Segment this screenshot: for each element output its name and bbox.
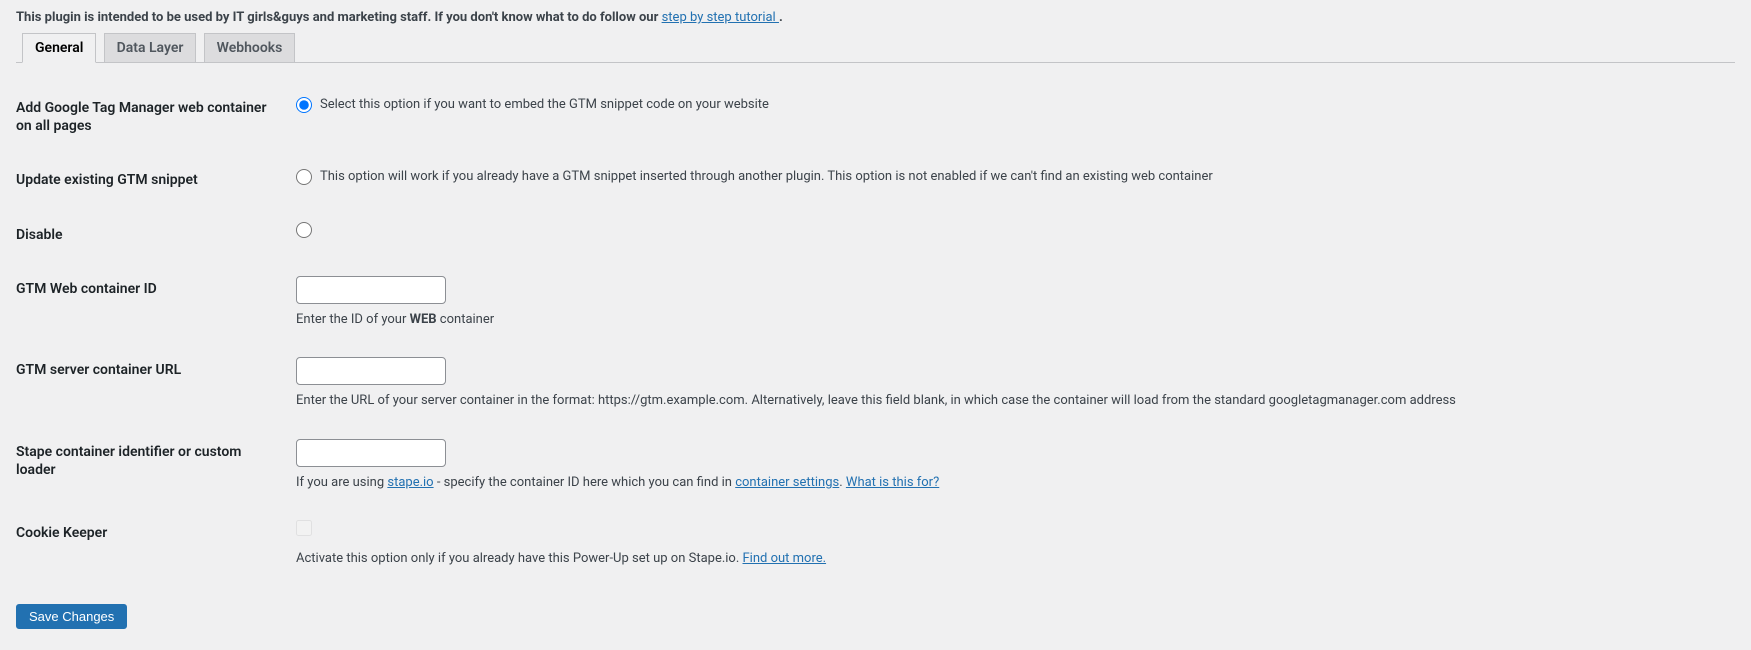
save-button[interactable]: Save Changes xyxy=(16,604,127,629)
link-container-settings[interactable]: container settings xyxy=(735,475,839,490)
desc-stape-identifier: If you are using stape.io - specify the … xyxy=(296,473,1725,493)
radio-add-container[interactable] xyxy=(296,97,312,113)
settings-table: Add Google Tag Manager web container on … xyxy=(16,81,1735,582)
label-cookie-keeper: Cookie Keeper xyxy=(16,506,286,582)
tab-general[interactable]: General xyxy=(22,33,96,63)
intro-prefix: This plugin is intended to be used by IT… xyxy=(16,10,662,25)
tutorial-link[interactable]: step by step tutorial xyxy=(662,10,779,25)
desc-cookie-keeper: Activate this option only if you already… xyxy=(296,549,1725,569)
label-disable: Disable xyxy=(16,208,286,262)
option-update-existing-text: This option will work if you already hav… xyxy=(320,167,1213,187)
tab-webhooks[interactable]: Webhooks xyxy=(204,33,296,63)
checkbox-cookie-keeper xyxy=(296,520,312,536)
label-stape-identifier: Stape container identifier or custom loa… xyxy=(16,425,286,507)
label-add-container: Add Google Tag Manager web container on … xyxy=(16,81,286,153)
tab-data-layer[interactable]: Data Layer xyxy=(104,33,197,63)
option-update-existing[interactable]: This option will work if you already hav… xyxy=(296,167,1213,187)
option-disable[interactable] xyxy=(296,222,312,238)
radio-disable[interactable] xyxy=(296,222,312,238)
link-what-is-this-for[interactable]: What is this for? xyxy=(846,475,939,490)
option-add-container[interactable]: Select this option if you want to embed … xyxy=(296,95,769,115)
label-server-container-url: GTM server container URL xyxy=(16,343,286,425)
tab-bar: General Data Layer Webhooks xyxy=(16,33,1735,63)
radio-update-existing[interactable] xyxy=(296,169,312,185)
option-add-container-text: Select this option if you want to embed … xyxy=(320,95,769,115)
desc-web-container-id: Enter the ID of your WEB container xyxy=(296,310,1725,330)
desc-server-container-url: Enter the URL of your server container i… xyxy=(296,391,1725,411)
intro-text: This plugin is intended to be used by IT… xyxy=(16,10,1735,25)
link-find-out-more[interactable]: Find out more. xyxy=(743,551,827,566)
intro-suffix: . xyxy=(779,10,783,25)
link-stape-io[interactable]: stape.io xyxy=(387,475,433,490)
label-web-container-id: GTM Web container ID xyxy=(16,262,286,344)
input-web-container-id[interactable] xyxy=(296,276,446,304)
submit-row: Save Changes xyxy=(16,604,1735,629)
input-server-container-url[interactable] xyxy=(296,357,446,385)
input-stape-identifier[interactable] xyxy=(296,439,446,467)
label-update-existing: Update existing GTM snippet xyxy=(16,153,286,207)
